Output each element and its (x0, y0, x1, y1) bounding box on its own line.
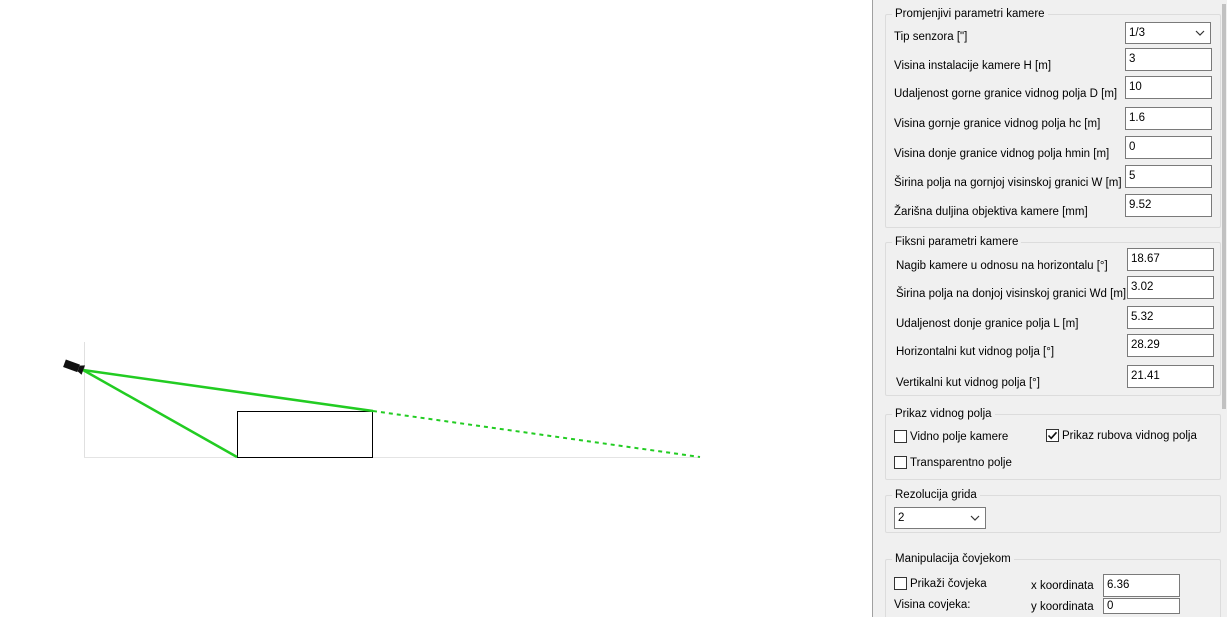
vertical-angle-label: Vertikalni kut vidnog polja [°] (896, 377, 1040, 389)
upper-height-input[interactable]: 1.6 (1125, 107, 1212, 130)
grid-resolution-title: Rezolucija grida (895, 489, 977, 501)
settings-panel: Promjenjivi parametri kamere Tip senzora… (872, 0, 1227, 617)
view-options-group: Prikaz vidnog polja (885, 408, 1221, 480)
transparent-checkbox[interactable] (894, 456, 907, 469)
horizontal-angle-output[interactable]: 28.29 (1127, 334, 1214, 357)
tilt-label: Nagib kamere u odnosu na horizontalu [°] (896, 260, 1108, 272)
show-person-label[interactable]: Prikaži čovjeka (910, 578, 987, 590)
x-coordinate-label: x koordinata (1031, 580, 1094, 592)
chevron-down-icon (970, 515, 980, 521)
vertical-angle-output[interactable]: 21.41 (1127, 365, 1214, 388)
grid-resolution-value: 2 (898, 512, 905, 524)
install-height-input[interactable]: 3 (1125, 48, 1212, 71)
person-height-label: Visina covjeka: (894, 599, 971, 611)
sensor-type-select[interactable]: 1/3 (1125, 22, 1211, 44)
sensor-type-value: 1/3 (1129, 27, 1145, 39)
upper-distance-label: Udaljenost gorne granice vidnog polja D … (894, 88, 1118, 100)
focal-length-input[interactable]: 9.52 (1125, 194, 1212, 217)
view-options-title: Prikaz vidnog polja (895, 408, 992, 420)
upper-distance-input[interactable]: 10 (1125, 76, 1212, 99)
panel-scrollbar[interactable] (1221, 0, 1227, 617)
fov-edges-checkbox[interactable] (1046, 429, 1059, 442)
lower-height-input[interactable]: 0 (1125, 136, 1212, 159)
grid-resolution-select[interactable]: 2 (894, 507, 986, 529)
scene-canvas[interactable] (0, 0, 872, 617)
check-icon (1047, 431, 1058, 440)
horizontal-angle-label: Horizontalni kut vidnog polja [°] (896, 346, 1055, 358)
upper-width-label: Širina polja na gornjoj visinskoj granic… (894, 177, 1122, 189)
install-height-label: Visina instalacije kamere H [m] (894, 60, 1052, 72)
lower-width-output[interactable]: 3.02 (1127, 276, 1214, 299)
upper-width-input[interactable]: 5 (1125, 165, 1212, 188)
fov-fill-checkbox[interactable] (894, 430, 907, 443)
fov-fill-label[interactable]: Vidno polje kamere (910, 431, 1008, 443)
lower-height-label: Visina donje granice vidnog polja hmin [… (894, 148, 1110, 160)
fixed-params-title: Fiksni parametri kamere (895, 236, 1019, 248)
lower-width-label: Širina polja na donjoj visinskoj granici… (896, 288, 1127, 300)
show-person-checkbox[interactable] (894, 577, 907, 590)
scene-svg (63, 342, 701, 459)
tilt-output[interactable]: 18.67 (1127, 248, 1214, 271)
scrollbar-thumb[interactable] (1222, 4, 1226, 409)
target-box (237, 411, 373, 458)
fov-lower-edge (82, 368, 238, 459)
camera-icon[interactable] (63, 359, 85, 375)
person-group-title: Manipulacija čovjekom (895, 553, 1011, 565)
x-coordinate-input[interactable]: 6.36 (1103, 574, 1180, 597)
fov-upper-edge (82, 368, 374, 413)
lower-distance-label: Udaljenost donje granice polja L [m] (896, 318, 1079, 330)
lower-distance-output[interactable]: 5.32 (1127, 306, 1214, 329)
transparent-label[interactable]: Transparentno polje (910, 457, 1012, 469)
y-coordinate-label: y koordinata (1031, 601, 1094, 613)
sensor-type-label: Tip senzora ["] (894, 31, 968, 43)
upper-height-label: Visina gornje granice vidnog polja hc [m… (894, 118, 1101, 130)
focal-length-label: Žarišna duljina objektiva kamere [mm] (894, 206, 1088, 218)
fov-upper-edge-extension (372, 410, 701, 458)
fov-edges-label[interactable]: Prikaz rubova vidnog polja (1062, 430, 1197, 442)
y-coordinate-input[interactable]: 0 (1103, 598, 1180, 614)
chevron-down-icon (1195, 30, 1205, 36)
variable-params-title: Promjenjivi parametri kamere (895, 8, 1045, 20)
